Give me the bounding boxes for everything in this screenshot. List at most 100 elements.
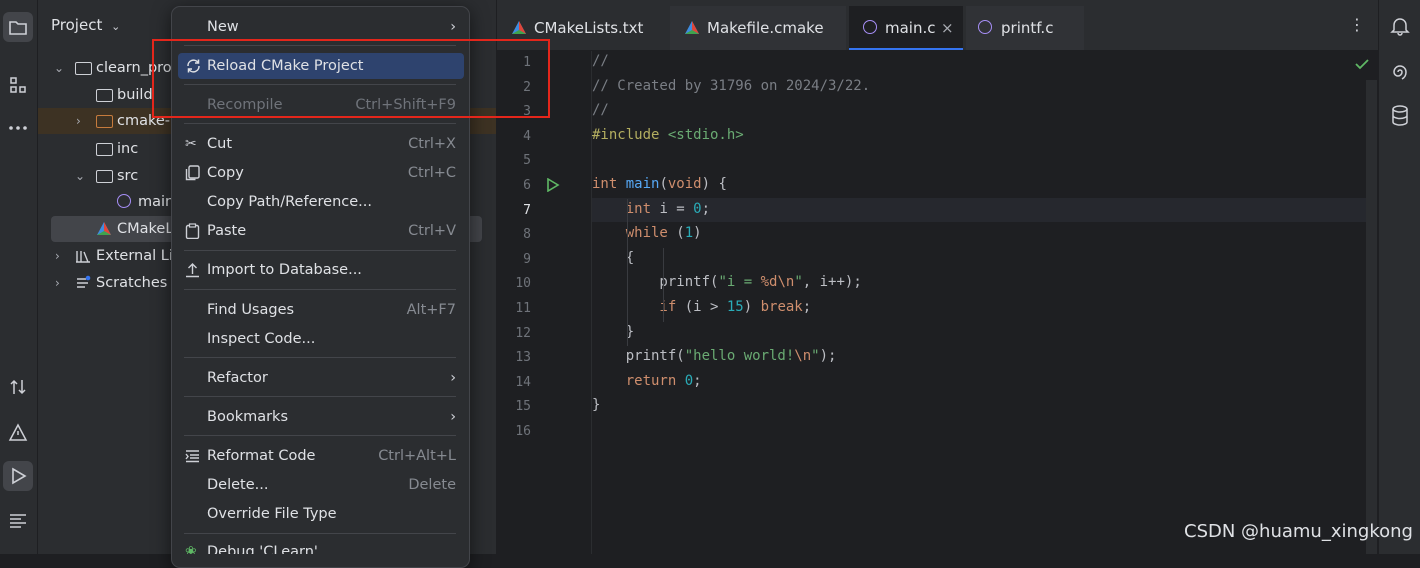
code-line[interactable]: printf("hello world!\n"); [592,348,837,365]
cmake-icon [685,21,699,34]
problems-warning-icon[interactable] [3,418,33,448]
tree-item-label: inc [117,141,139,157]
menu-item-inspect-code[interactable]: Inspect Code... [178,326,464,352]
tab-printf-c[interactable]: printf.c [966,6,1084,50]
code-line[interactable]: return 0; [592,373,702,389]
code-token: ); [819,348,837,365]
no-problems-check-icon[interactable] [1355,58,1369,70]
code-line[interactable]: while (1) [592,225,702,241]
code-line[interactable]: } [592,397,600,413]
menu-item-debug[interactable]: ❀ Debug 'CLearn' [178,540,464,554]
notifications-bell-icon[interactable] [1390,16,1410,36]
menu-item-override-file-type[interactable]: Override File Type [178,501,464,527]
code-line[interactable]: int main(void) { [592,176,727,192]
menu-separator [184,357,456,358]
line-number: 12 [515,325,531,341]
line-number: 4 [523,128,531,144]
project-folder-icon [75,62,92,75]
folder-icon [96,89,113,102]
line-number: 9 [523,251,531,267]
menu-separator [184,123,456,124]
code-line[interactable]: // [592,53,609,69]
chevron-down-icon[interactable]: ⌄ [111,20,120,33]
tab-label: Makefile.cmake [707,19,824,37]
scissors-icon: ✂ [185,136,197,152]
code-token: main [625,176,660,192]
cmake-icon [512,21,526,34]
cmake-icon [97,222,111,235]
tab-makefile-cmake[interactable]: Makefile.cmake [670,6,846,50]
tab-options-menu-icon[interactable]: ⋮ [1349,15,1365,34]
chevron-down-icon[interactable]: ⌄ [54,55,64,81]
menu-item-label: Bookmarks [207,409,289,425]
right-tool-strip [1378,0,1420,554]
code-line[interactable]: // Created by 31796 on 2024/3/22. [592,78,870,94]
line-number: 16 [515,424,531,439]
menu-item-delete[interactable]: Delete... Delete [178,472,464,498]
commit-arrows-icon[interactable] [3,372,33,402]
line-number: 7 [523,202,531,218]
menu-item-copy[interactable]: Copy Ctrl+C [178,160,464,186]
ai-assistant-spiral-icon[interactable] [1390,62,1410,82]
tree-item-label: Scratches [96,275,168,291]
code-token: " [811,348,820,365]
menu-item-label: Paste [207,223,247,239]
menu-item-bookmarks[interactable]: Bookmarks › [178,404,464,430]
scratches-icon [77,275,91,288]
menu-item-find-usages[interactable]: Find Usages Alt+F7 [178,297,464,323]
code-line[interactable]: // [592,102,609,118]
code-token: ( [676,225,685,242]
menu-item-refactor[interactable]: Refactor › [178,365,464,391]
submenu-arrow-icon: › [450,370,456,386]
code-token: ( [659,176,668,192]
run-icon[interactable] [3,461,33,491]
menu-item-cut[interactable]: ✂ Cut Ctrl+X [178,131,464,157]
menu-item-new[interactable]: New › [178,14,464,40]
menu-item-copy-path-reference[interactable]: Copy Path/Reference... [178,189,464,215]
project-title-label: Project [51,16,103,34]
menu-separator [184,533,456,534]
chevron-right-icon[interactable]: › [55,243,60,269]
folder-icon [96,143,113,156]
line-number: 13 [515,350,531,366]
menu-separator [184,289,456,290]
paste-clipboard-icon [185,223,200,239]
menu-item-paste[interactable]: Paste Ctrl+V [178,218,464,244]
code-token: ; [693,372,702,389]
close-tab-icon[interactable]: × [941,6,954,50]
menu-item-shortcut: Ctrl+V [408,223,456,239]
tab-main-c[interactable]: main.c × [849,6,963,50]
left-tool-strip [0,0,38,554]
code-line[interactable]: if (i > 15) break; [592,299,811,315]
code-line[interactable]: int i = 0; [592,201,710,217]
folder-icon [96,170,113,183]
more-tools-icon[interactable] [3,113,33,143]
run-gutter-icon[interactable] [546,178,560,192]
menu-item-import-to-database[interactable]: Import to Database... [178,257,464,283]
todo-list-icon[interactable] [3,506,33,536]
code-token: ) [743,299,761,315]
chevron-right-icon[interactable]: › [76,108,81,134]
c-file-icon [117,194,131,208]
chevron-right-icon[interactable]: › [55,270,60,296]
menu-item-label: Copy [207,165,244,181]
menu-item-reformat-code[interactable]: Reformat Code Ctrl+Alt+L [178,443,464,469]
line-number: 8 [523,227,531,243]
project-view-folder-icon[interactable] [3,12,33,42]
code-line[interactable]: #include <stdio.h> [592,127,744,143]
chevron-down-icon[interactable]: ⌄ [75,163,85,189]
menu-separator [184,396,456,397]
project-view-title[interactable]: Project ⌄ [51,16,120,34]
tab-label: main.c [885,19,936,37]
debug-bug-icon: ❀ [185,544,197,554]
submenu-arrow-icon: › [450,409,456,425]
tree-item-label: main [138,194,175,210]
structure-icon[interactable] [3,70,33,100]
code-token: "i = [718,274,761,291]
editor-scrollbar[interactable] [1366,80,1377,554]
database-icon[interactable] [1391,105,1409,127]
menu-item-label: Inspect Code... [207,331,316,347]
code-token: 15 [726,299,744,315]
code-line[interactable]: printf("i = %d\n", i++); [592,274,861,291]
menu-item-shortcut: Ctrl+X [408,136,456,152]
